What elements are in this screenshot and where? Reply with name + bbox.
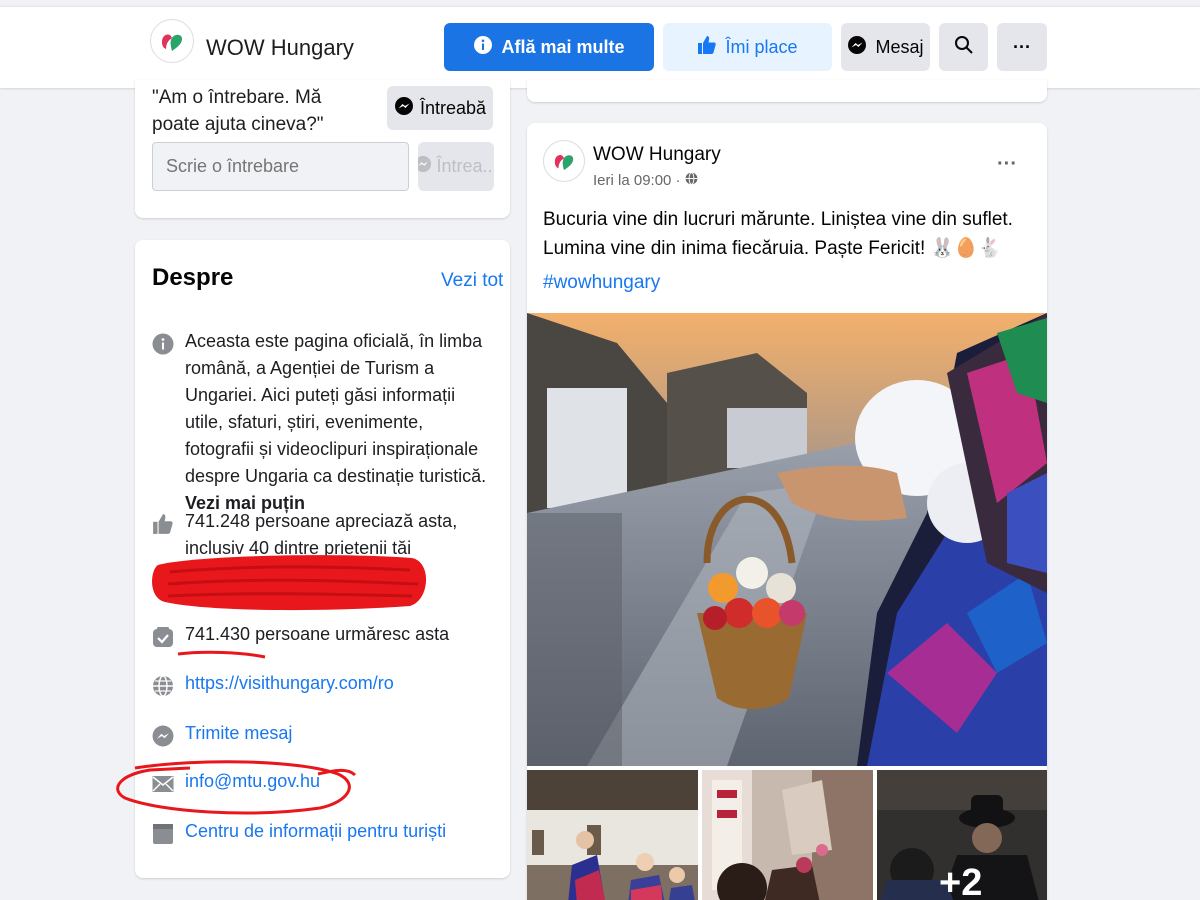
about-description: Aceasta este pagina oficială, în limba r… [185, 328, 497, 517]
post-hashtag-link[interactable]: #wowhungary [543, 272, 660, 294]
ask-button-label: Întreabă [419, 97, 487, 118]
post-main-photo[interactable] [527, 313, 1047, 766]
search-icon [954, 35, 974, 60]
post-options-button[interactable]: ··· [997, 153, 1017, 176]
email-row: info@mtu.gov.hu [151, 768, 496, 798]
like-page-button[interactable]: Îmi place [663, 23, 832, 71]
send-message-link[interactable]: Trimite mesaj [185, 720, 497, 747]
learn-more-label: Află mai multe [501, 36, 625, 57]
post-author-name[interactable]: WOW Hungary [593, 144, 721, 166]
about-description-row: Aceasta este pagina oficială, în limba r… [151, 328, 496, 513]
page-logo[interactable] [150, 19, 194, 63]
messenger-icon [394, 96, 414, 121]
page-name[interactable]: WOW Hungary [206, 35, 354, 61]
previous-post-card-bottom [527, 80, 1047, 102]
more-photos-count: +2 [939, 862, 983, 900]
followers-row: 741.430 persoane urmăresc asta [151, 621, 496, 651]
logo-icon [554, 155, 574, 171]
post-card: WOW Hungary Ieri la 09:00 · ··· Bucuria … [527, 123, 1047, 900]
category-icon [151, 822, 175, 846]
messenger-icon [847, 35, 867, 60]
message-label: Mesaj [875, 36, 924, 57]
website-row: https://visithungary.com/ro [151, 670, 496, 700]
messenger-icon [151, 724, 175, 748]
post-text: Bucuria vine din lucruri mărunte. Linișt… [543, 209, 1013, 259]
post-photo-thumbnail-more[interactable]: +2 [877, 770, 1047, 900]
follow-check-icon [151, 625, 175, 649]
followers-text: 741.430 persoane urmăresc asta [185, 624, 450, 644]
like-label: Îmi place [725, 36, 798, 57]
category-link[interactable]: Centru de informații pentru turiști [185, 818, 497, 845]
post-photo-thumbnail[interactable] [527, 770, 698, 900]
globe-icon [151, 674, 175, 698]
about-description-text: Aceasta este pagina oficială, în limba r… [185, 331, 487, 486]
category-row: Centru de informații pentru turiști [151, 818, 496, 848]
page-header-bar: WOW Hungary Află mai multe Îmi place Mes… [0, 6, 1200, 88]
envelope-icon [151, 772, 175, 796]
info-icon [151, 332, 175, 356]
info-icon [473, 35, 493, 60]
email-link[interactable]: info@mtu.gov.hu [185, 768, 497, 795]
thumbs-up-icon [151, 512, 175, 536]
about-card: Despre Vezi tot Aceasta este pagina ofic… [135, 240, 510, 878]
search-button[interactable] [939, 23, 988, 71]
about-title: Despre [152, 264, 234, 291]
ask-question-card: "Am o întrebare. Mă poate ajuta cineva?"… [135, 80, 510, 218]
post-timestamp[interactable]: Ieri la 09:00 · [593, 172, 698, 189]
question-input[interactable] [152, 142, 409, 191]
learn-more-button[interactable]: Află mai multe [444, 23, 654, 71]
messenger-icon [418, 155, 432, 178]
globe-icon [685, 172, 698, 189]
more-label: ··· [1013, 36, 1031, 57]
message-button[interactable]: Mesaj [841, 23, 930, 71]
send-message-row: Trimite mesaj [151, 720, 496, 750]
submit-label: Întrea... [436, 156, 494, 176]
more-options-button[interactable]: ··· [997, 23, 1047, 71]
post-author-avatar[interactable] [543, 140, 585, 182]
website-link[interactable]: https://visithungary.com/ro [185, 670, 497, 697]
thumbs-up-icon [697, 35, 717, 60]
see-all-link[interactable]: Vezi tot [441, 270, 503, 292]
post-time-text: Ieri la 09:00 · [593, 172, 681, 189]
ask-button[interactable]: Întreabă [387, 86, 493, 130]
likes-text: 741.248 persoane apreciază asta, inclusi… [185, 511, 458, 558]
likes-row: 741.248 persoane apreciază asta, inclusi… [151, 508, 496, 564]
post-photo-thumbnail[interactable] [702, 770, 873, 900]
submit-question-button[interactable]: Întrea... [418, 142, 494, 191]
ask-question-text: "Am o întrebare. Mă poate ajuta cineva?" [152, 87, 324, 135]
logo-icon [162, 34, 183, 51]
